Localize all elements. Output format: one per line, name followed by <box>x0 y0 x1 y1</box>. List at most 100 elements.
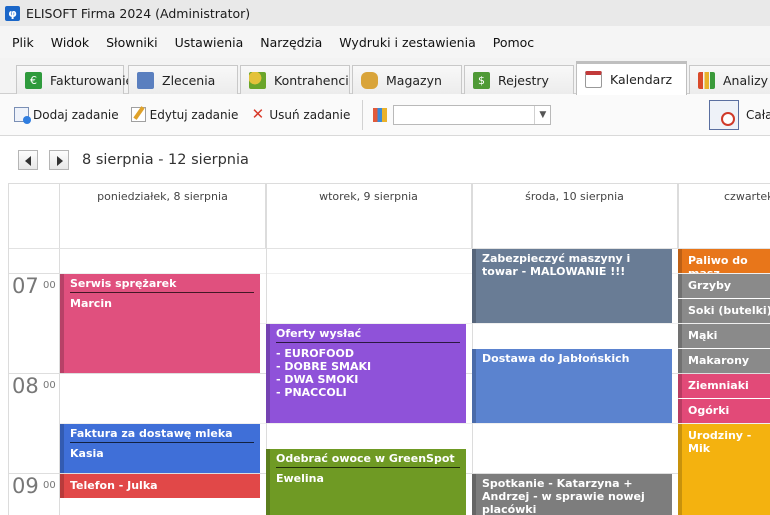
tab-label: Kontrahenci <box>274 72 349 88</box>
registers-icon: $ <box>473 71 490 89</box>
tab-kalendarz[interactable]: Kalendarz <box>576 61 687 95</box>
contacts-icon <box>249 71 266 89</box>
appointment[interactable]: Telefon - Julka <box>60 474 260 498</box>
appointment[interactable]: Spotkanie - Katarzyna + Andrzej - w spra… <box>472 474 672 515</box>
appointment-detail: - DOBRE SMAKI <box>276 360 372 373</box>
edit-task-icon <box>130 106 146 122</box>
appointment-title: Paliwo do masz <box>688 254 748 273</box>
day-header-label: środa, 10 sierpnia <box>525 190 624 203</box>
minute-label: 00 <box>43 480 56 491</box>
appointment-title: Dostawa do Jabłońskich <box>482 352 630 365</box>
hour-label: 09 <box>12 474 39 498</box>
menu-widok[interactable]: Widok <box>45 35 95 50</box>
appointment[interactable]: Mąki <box>678 324 770 348</box>
tab-fakturowanie[interactable]: € Fakturowanie <box>16 65 133 94</box>
menu-plik[interactable]: Plik <box>6 35 40 50</box>
tab-rejestry[interactable]: $ Rejestry <box>464 65 574 94</box>
appointment-title: Serwis sprężarek <box>70 277 177 290</box>
appointment-title: Makarony <box>688 354 750 367</box>
menu-pomoc[interactable]: Pomoc <box>487 35 540 50</box>
view-whole-button[interactable]: Cała <box>709 100 770 130</box>
appointment-title: Telefon - Julka <box>70 479 158 492</box>
appointment[interactable]: Grzyby <box>678 274 770 298</box>
orders-icon <box>137 71 154 89</box>
appointment-detail: Marcin <box>70 297 112 310</box>
appointment-title: Grzyby <box>688 279 732 292</box>
appointment[interactable]: Faktura za dostawę mleka Kasia <box>60 424 260 473</box>
appointment-detail: Kasia <box>70 447 104 460</box>
appointment[interactable]: Ziemniaki <box>678 374 770 398</box>
calendar-grid: poniedziałek, 8 sierpnia wtorek, 9 sierp… <box>8 183 770 515</box>
hour-label: 07 <box>12 274 39 298</box>
appointment-detail: - DWA SMOKI <box>276 373 359 386</box>
tab-label: Zlecenia <box>162 72 216 88</box>
appointment-title: Faktura za dostawę mleka <box>70 427 233 440</box>
category-filter-combo[interactable]: ▼ <box>393 104 552 125</box>
date-navigation: 8 sierpnia - 12 sierpnia <box>0 137 770 183</box>
appointment-title: Ogórki <box>688 404 730 417</box>
tab-zlecenia[interactable]: Zlecenia <box>128 65 238 94</box>
appointment[interactable]: Makarony <box>678 349 770 373</box>
day-header-thursday[interactable]: czwartek <box>678 184 770 248</box>
appointment-detail: Ewelina <box>276 472 324 485</box>
next-week-button[interactable] <box>49 150 69 170</box>
add-task-button[interactable]: Dodaj zadanie <box>14 107 119 124</box>
module-tab-bar: € Fakturowanie Zlecenia Kontrahenci Maga… <box>0 58 770 95</box>
tab-label: Analizy <box>723 72 769 88</box>
menu-wydruki[interactable]: Wydruki i zestawienia <box>333 35 481 50</box>
day-header-wednesday[interactable]: środa, 10 sierpnia <box>472 184 678 248</box>
edit-task-label: Edytuj zadanie <box>149 107 239 122</box>
appointment-title: Ziemniaki <box>688 379 749 392</box>
day-header-label: poniedziałek, 8 sierpnia <box>97 190 228 203</box>
title-bar: φ ELISOFT Firma 2024 (Administrator) <box>0 0 770 26</box>
tab-analizy[interactable]: Analizy <box>689 65 770 94</box>
tab-label: Rejestry <box>498 72 549 88</box>
app-logo-icon: φ <box>5 5 20 21</box>
day-header-label: wtorek, 9 sierpnia <box>319 190 418 203</box>
tab-label: Fakturowanie <box>50 72 134 88</box>
window-title: ELISOFT Firma 2024 (Administrator) <box>26 5 251 21</box>
appointment[interactable]: Soki (butelki) <box>678 299 770 323</box>
delete-task-label: Usuń zadanie <box>269 107 351 122</box>
warehouse-icon <box>361 71 378 89</box>
day-header-tuesday[interactable]: wtorek, 9 sierpnia <box>266 184 472 248</box>
appointment[interactable]: Urodziny - Mik <box>678 424 770 515</box>
hour-label: 08 <box>12 374 39 398</box>
appointment[interactable]: Dostawa do Jabłońskich <box>472 349 672 423</box>
tab-label: Magazyn <box>386 72 442 88</box>
appointment[interactable]: Ogórki <box>678 399 770 423</box>
tab-magazyn[interactable]: Magazyn <box>352 65 462 94</box>
appointment[interactable]: Odebrać owoce w GreenSpot Ewelina <box>266 449 466 515</box>
menu-ustawienia[interactable]: Ustawienia <box>169 35 250 50</box>
appointment-title: Odebrać owoce w GreenSpot <box>276 452 455 465</box>
appointment-title: Zabezpieczyć maszyny i towar - MALOWANIE… <box>482 252 631 278</box>
previous-week-button[interactable] <box>18 150 38 170</box>
menu-slowniki[interactable]: Słowniki <box>100 35 163 50</box>
delete-icon: ✕ <box>251 105 265 123</box>
menu-narzedzia[interactable]: Narzędzia <box>254 35 328 50</box>
appointment[interactable]: Paliwo do masz <box>678 249 770 273</box>
time-column <box>9 184 60 515</box>
appointment-title: Mąki <box>688 329 718 342</box>
tab-kontrahenci[interactable]: Kontrahenci <box>240 65 350 94</box>
appointment[interactable]: Zabezpieczyć maszyny i towar - MALOWANIE… <box>472 249 672 323</box>
day-header-monday[interactable]: poniedziałek, 8 sierpnia <box>60 184 266 248</box>
appointment-title: Urodziny - Mik <box>688 429 752 455</box>
day-header-label: czwartek <box>724 190 770 203</box>
tab-label: Kalendarz <box>610 72 673 87</box>
calendar-icon <box>585 71 602 88</box>
menu-bar: Plik Widok Słowniki Ustawienia Narzędzia… <box>0 26 770 58</box>
arrow-right-icon <box>57 156 63 166</box>
appointment-detail: - PNACCOLI <box>276 386 347 399</box>
appointment[interactable]: Serwis sprężarek Marcin <box>60 274 260 373</box>
chevron-down-icon[interactable]: ▼ <box>534 105 550 124</box>
appointment-title: Spotkanie - Katarzyna + Andrzej - w spra… <box>482 477 645 515</box>
appointment[interactable]: Oferty wysłać - EUROFOOD - DOBRE SMAKI -… <box>266 324 466 423</box>
delete-task-button[interactable]: ✕ Usuń zadanie <box>250 105 351 123</box>
toolbar-separator <box>362 99 364 130</box>
edit-task-button[interactable]: Edytuj zadanie <box>130 106 239 122</box>
add-task-label: Dodaj zadanie <box>33 107 119 122</box>
minute-label: 00 <box>43 380 56 391</box>
toolbar: Dodaj zadanie Edytuj zadanie ✕ Usuń zada… <box>0 94 770 136</box>
appointment-detail: - EUROFOOD <box>276 347 355 360</box>
